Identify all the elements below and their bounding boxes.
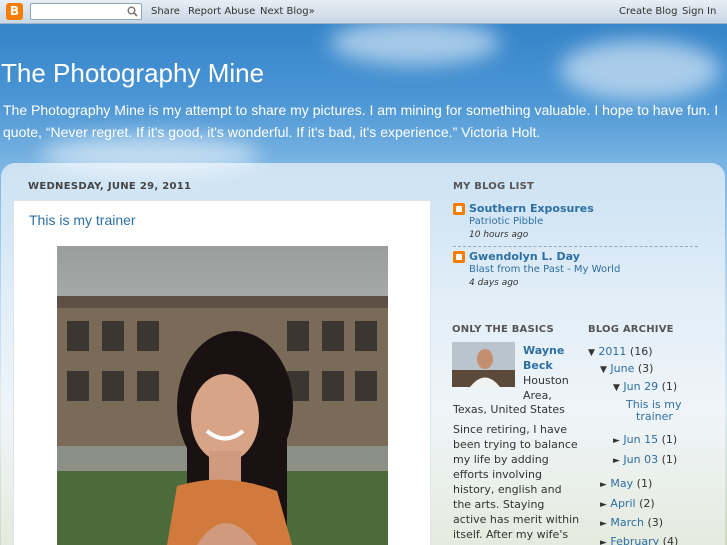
archive-month-march: ► March (3) (600, 516, 663, 531)
profile-bio-line: Since retiring, I have (453, 423, 567, 436)
expand-toggle-icon[interactable]: ► (613, 436, 620, 446)
archive-month-february: ► February (4) (600, 535, 678, 545)
avatar[interactable] (452, 342, 515, 387)
expand-toggle-icon[interactable]: ► (600, 538, 607, 545)
archive-year-2011: ▼ 2011 (16) (588, 345, 653, 360)
expand-toggle-icon[interactable]: ► (600, 480, 607, 490)
profile-bio-line: been trying to balance (453, 438, 578, 451)
archive-day-jun03: ► Jun 03 (1) (613, 453, 677, 468)
profile-heading: ONLY THE BASICS (452, 324, 554, 335)
blog-description: The Photography Mine is my attempt to sh… (3, 102, 719, 140)
search-icon[interactable] (127, 6, 138, 17)
archive-count: (16) (629, 345, 653, 358)
profile-location: Area, (523, 389, 552, 402)
archive-month-link[interactable]: April (610, 497, 635, 510)
profile-bio-line: my life by adding (453, 453, 549, 466)
profile-bio-line: itself. After my wife's (453, 528, 569, 541)
profile-photo-illustration (452, 342, 515, 387)
blog-title[interactable]: The Photography Mine (1, 58, 264, 89)
expand-toggle-icon[interactable]: ► (600, 519, 607, 529)
archive-day-jun15: ► Jun 15 (1) (613, 433, 677, 448)
search-input[interactable] (33, 4, 127, 19)
post-photo[interactable] (57, 246, 388, 545)
blog-list-item-post[interactable]: Patriotic Pibble (469, 216, 543, 227)
collapse-toggle-icon[interactable]: ▼ (600, 365, 607, 375)
profile-bio-line: efforts involving (453, 468, 542, 481)
background-cloud (560, 40, 720, 100)
archive-month-june: ▼ June (3) (600, 362, 653, 377)
archive-post-link[interactable]: trainer (636, 410, 673, 423)
blog-list-item-name[interactable]: Gwendolyn L. Day (469, 250, 580, 263)
archive-month-may: ► May (1) (600, 477, 652, 492)
archive-month-link[interactable]: February (610, 535, 659, 545)
archive-day-link[interactable]: Jun 15 (623, 433, 658, 446)
archive-count: (1) (636, 477, 653, 490)
blog-list-heading: MY BLOG LIST (453, 181, 535, 192)
archive-count: (4) (662, 535, 679, 545)
blog-list-item-time: 4 days ago (469, 278, 519, 288)
post-title-link[interactable]: This is my trainer (29, 212, 136, 228)
archive-count: (1) (661, 433, 678, 446)
blog-list-item-time: 10 hours ago (469, 230, 529, 240)
blog-list-item-post[interactable]: Blast from the Past - My World (469, 264, 620, 275)
collapse-toggle-icon[interactable]: ▼ (613, 383, 620, 393)
archive-month-link[interactable]: March (610, 516, 644, 529)
archive-count: (1) (661, 453, 678, 466)
archive-heading: BLOG ARCHIVE (588, 324, 674, 335)
archive-count: (2) (639, 497, 655, 510)
create-blog-link[interactable]: Create Blog (619, 6, 678, 17)
archive-month-april: ► April (2) (600, 497, 655, 512)
profile-name-first[interactable]: Wayne (523, 344, 564, 357)
archive-day-jun29: ▼ Jun 29 (1) (613, 380, 677, 395)
report-abuse-link[interactable]: Report Abuse (188, 6, 255, 17)
next-blog-link[interactable]: Next Blog» (260, 6, 315, 17)
post-photo-illustration (57, 296, 388, 545)
archive-month-link[interactable]: May (610, 477, 633, 490)
archive-count: (3) (647, 516, 664, 529)
archive-count: (1) (661, 380, 678, 393)
collapse-toggle-icon[interactable]: ▼ (588, 348, 595, 358)
archive-day-link[interactable]: Jun 29 (623, 380, 658, 393)
profile-location: Texas, United States (453, 403, 565, 416)
profile-location: Houston (523, 374, 569, 387)
blogger-logo-icon[interactable]: B (6, 3, 23, 20)
profile-name-last[interactable]: Beck (523, 359, 553, 372)
archive-count: (3) (637, 362, 654, 375)
blogger-feed-icon (453, 251, 465, 263)
blogger-navbar: B Share Report Abuse Next Blog» Create B… (0, 0, 727, 24)
search-box (30, 3, 142, 20)
archive-year-link[interactable]: 2011 (598, 345, 626, 358)
blog-list-item-name[interactable]: Southern Exposures (469, 202, 594, 215)
sign-in-link[interactable]: Sign In (682, 6, 716, 17)
divider (453, 246, 698, 247)
archive-month-link[interactable]: June (610, 362, 634, 375)
expand-toggle-icon[interactable]: ► (613, 456, 620, 466)
share-link[interactable]: Share (151, 6, 180, 17)
profile-bio-line: history, english and (453, 483, 562, 496)
profile-bio-line: active has merit within (453, 513, 580, 526)
expand-toggle-icon[interactable]: ► (600, 500, 607, 510)
profile-bio-line: the arts. Staying (453, 498, 545, 511)
archive-day-link[interactable]: Jun 03 (623, 453, 658, 466)
blogger-feed-icon (453, 203, 465, 215)
post-date-header: WEDNESDAY, JUNE 29, 2011 (28, 181, 192, 192)
background-cloud (330, 20, 500, 65)
